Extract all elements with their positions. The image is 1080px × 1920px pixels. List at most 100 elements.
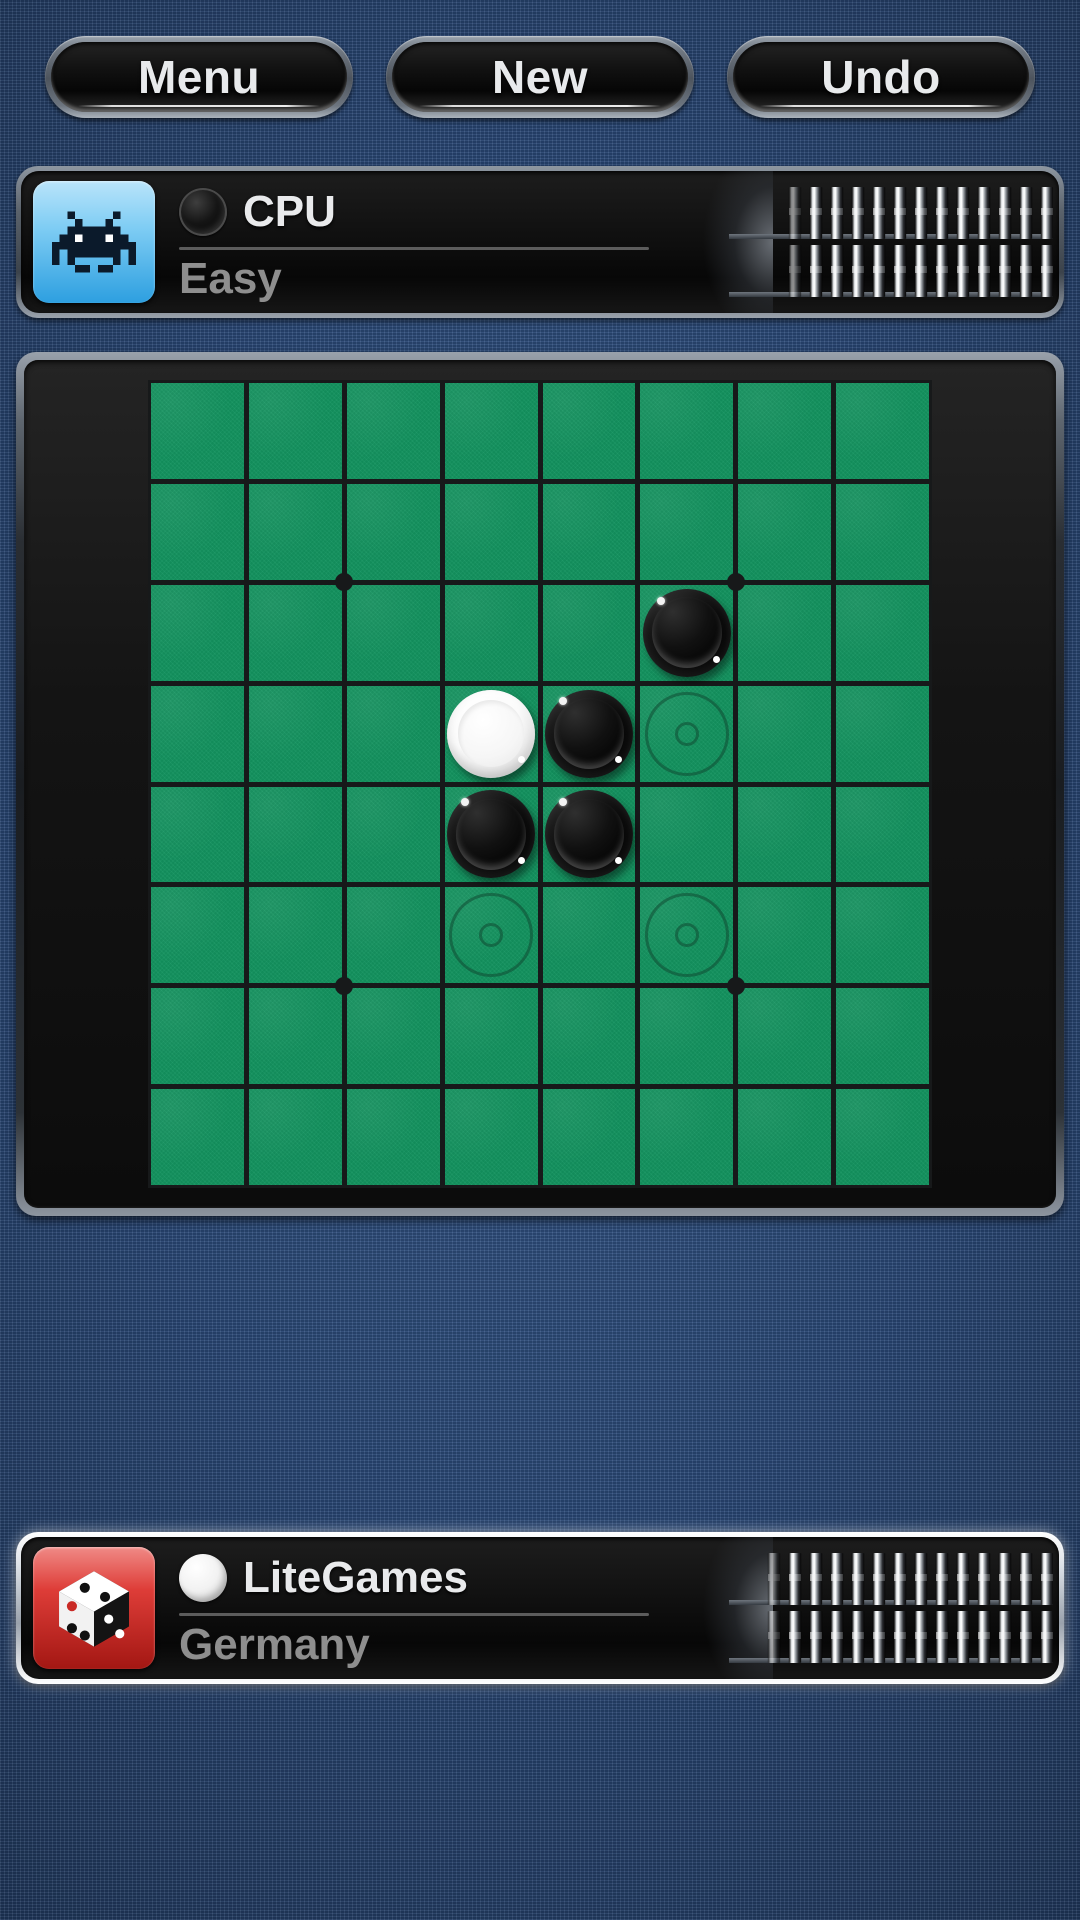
board-cell[interactable] — [346, 786, 440, 883]
score-chip — [957, 187, 969, 239]
score-chip — [999, 187, 1011, 239]
board-cell[interactable] — [836, 1089, 929, 1185]
board-cell[interactable] — [444, 685, 538, 782]
board-cell[interactable] — [836, 584, 929, 681]
board-cell[interactable] — [640, 383, 734, 479]
legal-move-hint[interactable] — [449, 893, 534, 978]
game-board[interactable] — [148, 380, 932, 1188]
player-panel-bottom[interactable]: LiteGames Germany — [16, 1532, 1064, 1684]
board-cell[interactable] — [151, 383, 244, 479]
board-cell[interactable] — [738, 383, 832, 479]
board-cell[interactable] — [444, 786, 538, 883]
board-cell[interactable] — [248, 988, 342, 1085]
board-cell[interactable] — [248, 685, 342, 782]
score-chip — [999, 1611, 1011, 1663]
score-chip — [978, 187, 990, 239]
score-chip — [789, 1553, 801, 1605]
board-cell[interactable] — [444, 584, 538, 681]
board-cell[interactable] — [836, 685, 929, 782]
board-cell[interactable] — [640, 988, 734, 1085]
board-cell[interactable] — [248, 584, 342, 681]
board-cell[interactable] — [346, 584, 440, 681]
player-bottom-name-row: LiteGames — [179, 1547, 719, 1609]
score-chip — [1041, 245, 1053, 297]
board-cell[interactable] — [738, 1089, 832, 1185]
score-chip — [1020, 187, 1032, 239]
legal-move-hint-dot — [674, 923, 699, 948]
board-cell[interactable] — [248, 1089, 342, 1185]
board-cell[interactable] — [248, 483, 342, 580]
score-chip — [936, 1553, 948, 1605]
board-cell[interactable] — [640, 483, 734, 580]
board-cell[interactable] — [151, 483, 244, 580]
player-top-name-row: CPU — [179, 181, 719, 243]
board-cell[interactable] — [542, 483, 636, 580]
board-cell[interactable] — [738, 483, 832, 580]
board-cell[interactable] — [346, 483, 440, 580]
board-cell[interactable] — [542, 1089, 636, 1185]
score-chip — [999, 1553, 1011, 1605]
score-chip — [1020, 1553, 1032, 1605]
undo-button[interactable]: Undo — [727, 36, 1035, 118]
board-cell[interactable] — [542, 887, 636, 984]
player-panel-top[interactable]: CPU Easy — [16, 166, 1064, 318]
board-cell[interactable] — [444, 1089, 538, 1185]
legal-move-hint[interactable] — [644, 691, 729, 776]
player-bottom-disc-indicator — [179, 1553, 227, 1602]
score-chip — [936, 1611, 948, 1663]
board-cell[interactable] — [346, 1089, 440, 1185]
board-cell[interactable] — [248, 786, 342, 883]
board-cell[interactable] — [738, 685, 832, 782]
board-cell[interactable] — [151, 584, 244, 681]
board-cell[interactable] — [640, 786, 734, 883]
board-cell[interactable] — [151, 988, 244, 1085]
score-chip — [915, 1553, 927, 1605]
score-chip — [789, 187, 801, 239]
board-cell[interactable] — [151, 887, 244, 984]
board-cell[interactable] — [444, 383, 538, 479]
board-cell[interactable] — [542, 988, 636, 1085]
board-cell[interactable] — [738, 887, 832, 984]
score-chip — [852, 1553, 864, 1605]
board-cell[interactable] — [444, 887, 538, 984]
board-cell[interactable] — [836, 887, 929, 984]
avatar-cpu[interactable] — [33, 181, 155, 303]
legal-move-hint[interactable] — [644, 893, 729, 978]
board-cell[interactable] — [444, 483, 538, 580]
score-chip — [873, 1553, 885, 1605]
avatar-litegames[interactable] — [33, 1547, 155, 1669]
board-cell[interactable] — [542, 383, 636, 479]
player-bottom-score-counter — [683, 1537, 1059, 1679]
board-cell[interactable] — [346, 383, 440, 479]
score-chip — [894, 1611, 906, 1663]
board-cell[interactable] — [346, 685, 440, 782]
board-cell[interactable] — [836, 483, 929, 580]
board-cell[interactable] — [836, 383, 929, 479]
board-cell[interactable] — [640, 584, 734, 681]
board-cell[interactable] — [640, 887, 734, 984]
board-cell[interactable] — [738, 988, 832, 1085]
board-cell[interactable] — [640, 685, 734, 782]
new-game-button[interactable]: New — [386, 36, 694, 118]
board-cell[interactable] — [640, 1089, 734, 1185]
board-cell[interactable] — [542, 584, 636, 681]
menu-button[interactable]: Menu — [45, 36, 353, 118]
board-bezel — [24, 360, 1056, 1208]
board-cell[interactable] — [836, 988, 929, 1085]
score-chip — [957, 1553, 969, 1605]
board-cell[interactable] — [836, 786, 929, 883]
board-cell[interactable] — [738, 786, 832, 883]
score-chip — [852, 187, 864, 239]
board-cell[interactable] — [542, 685, 636, 782]
board-cell[interactable] — [346, 988, 440, 1085]
board-cell[interactable] — [151, 786, 244, 883]
board-cell[interactable] — [444, 988, 538, 1085]
board-cell[interactable] — [248, 383, 342, 479]
board-cell[interactable] — [346, 887, 440, 984]
board-cell[interactable] — [738, 584, 832, 681]
board-cell[interactable] — [248, 887, 342, 984]
board-cell[interactable] — [151, 685, 244, 782]
board-cell[interactable] — [542, 786, 636, 883]
score-chip — [978, 1611, 990, 1663]
board-cell[interactable] — [151, 1089, 244, 1185]
